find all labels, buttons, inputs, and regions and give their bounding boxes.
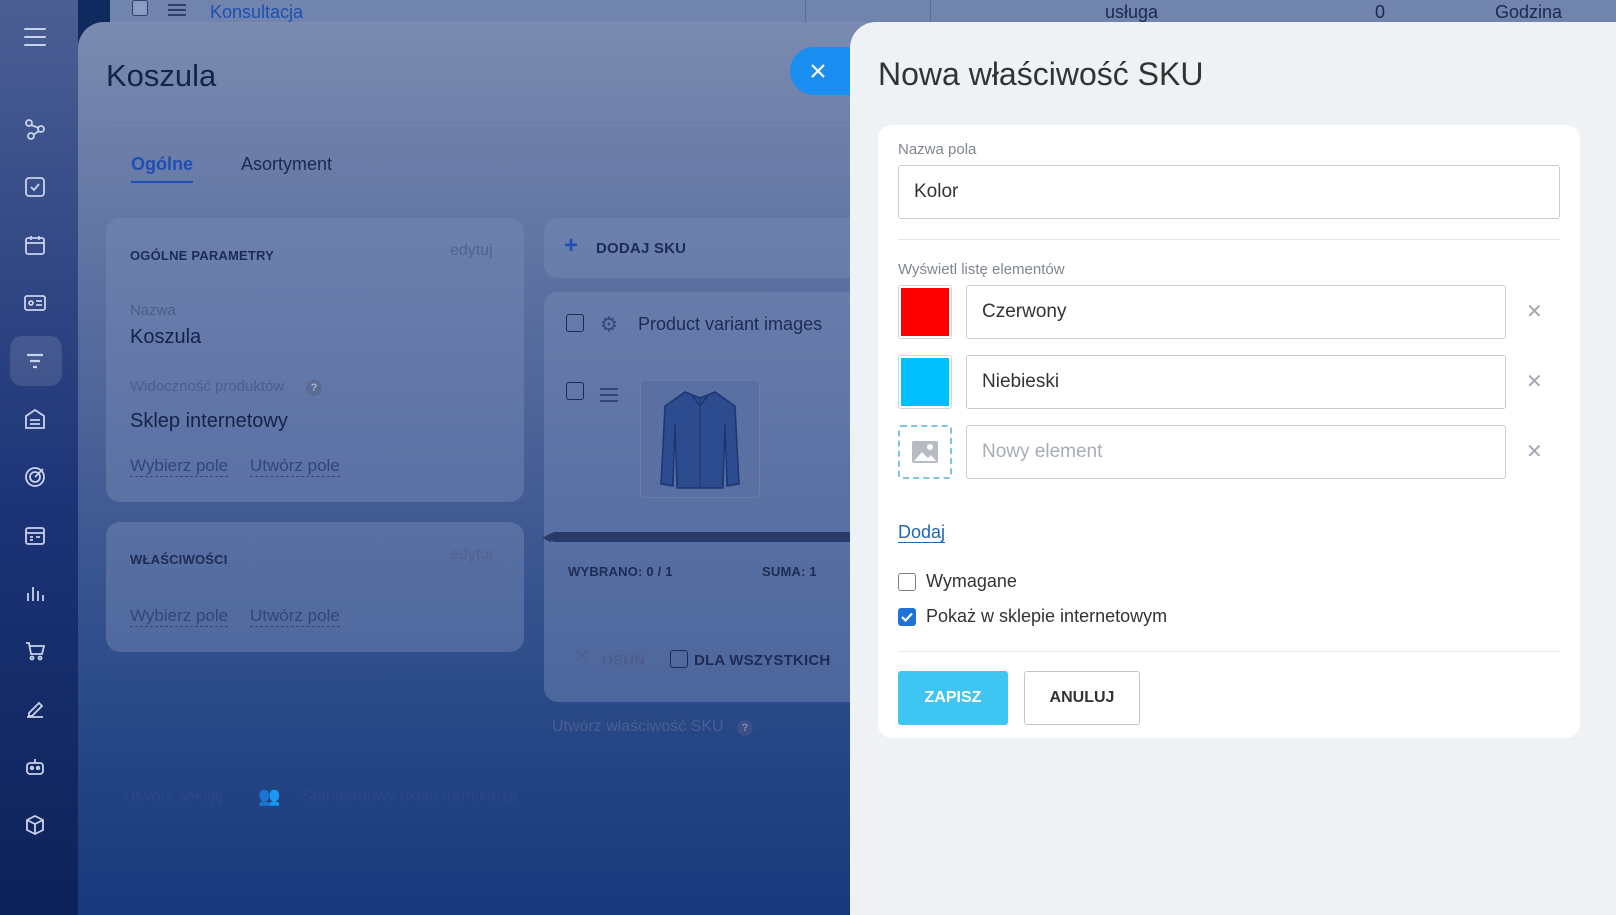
section-divider — [898, 651, 1560, 652]
product-card-overlay: Koszula Ogólne Asortyment OGÓLNE PARAMET… — [78, 22, 868, 915]
box-icon[interactable] — [22, 812, 48, 838]
properties-edit-link[interactable]: edytuj — [450, 546, 493, 564]
schedule-icon[interactable] — [22, 522, 48, 548]
for-all-checkbox[interactable] — [670, 650, 688, 668]
general-edit-link[interactable]: edytuj — [450, 242, 493, 260]
choose-field-link[interactable]: Wybierz pole — [130, 606, 229, 627]
analytics-icon[interactable] — [22, 580, 48, 606]
create-field-link[interactable]: Utwórz pole — [250, 456, 340, 477]
target-icon[interactable] — [22, 464, 48, 490]
visibility-value: Sklep internetowy — [130, 410, 288, 432]
create-field-link[interactable]: Utwórz pole — [250, 606, 340, 627]
plus-icon[interactable]: + — [564, 232, 578, 260]
section-divider — [898, 239, 1560, 240]
item-input-red[interactable]: Czerwony — [966, 285, 1506, 339]
delete-icon[interactable]: ✕ — [574, 646, 589, 667]
for-all-label: DLA WSZYSTKICH — [694, 652, 831, 669]
new-sku-property-slider: Nowa właściwość SKU Nazwa pola Kolor Wyś… — [850, 22, 1616, 915]
title-divider — [106, 122, 868, 123]
shirt-icon — [660, 391, 740, 489]
cancel-button[interactable]: ANULUJ — [1024, 671, 1140, 725]
show-in-store-label: Pokaż w sklepie internetowym — [926, 606, 1168, 626]
slider-title: Nowa właściwość SKU — [878, 56, 1204, 92]
help-icon[interactable]: ? — [306, 380, 322, 396]
catalog-filter-icon[interactable] — [22, 348, 48, 374]
drag-handle-icon[interactable] — [600, 388, 618, 402]
show-in-store-checkbox[interactable] — [898, 608, 916, 626]
header-divider — [544, 358, 868, 359]
sum-counter: SUMA: 1 — [762, 564, 817, 579]
sign-icon[interactable] — [22, 696, 48, 722]
add-sku-bar: + DODAJ SKU — [544, 218, 868, 278]
delete-button[interactable]: USUŃ — [602, 652, 645, 669]
properties-header: WŁAŚCIWOŚCI — [130, 552, 228, 567]
new-item-input[interactable]: Nowy element — [966, 425, 1506, 479]
tasks-icon[interactable] — [22, 174, 48, 200]
remove-item-icon[interactable]: ✕ — [1526, 299, 1543, 324]
cart-icon[interactable] — [22, 638, 48, 664]
list-label: Wyświetl listę elementów — [898, 261, 1065, 278]
selected-counter: WYBRANO: 0 / 1 — [568, 564, 673, 579]
users-icon: 👥 — [258, 786, 281, 806]
product-title: Koszula — [106, 58, 217, 93]
add-item-link[interactable]: Dodaj — [898, 522, 946, 543]
row-unit: Godzina — [1495, 2, 1563, 22]
menu-icon[interactable] — [24, 28, 46, 52]
sku-property-form: Nazwa pola Kolor Wyświetl listę elementó… — [878, 125, 1580, 738]
row-quantity: 0 — [1375, 2, 1386, 22]
properties-panel: WŁAŚCIWOŚCI edytuj Wybierz pole Utwórz p… — [106, 522, 524, 652]
save-button[interactable]: ZAPISZ — [898, 671, 1008, 725]
row-name: Konsultacja — [210, 2, 304, 22]
remove-item-icon[interactable]: ✕ — [1526, 439, 1543, 464]
left-nav-rail — [0, 0, 78, 915]
color-swatch-blue[interactable] — [898, 355, 952, 409]
checkmark-icon — [901, 612, 913, 622]
tab-general[interactable]: Ogólne — [131, 154, 193, 183]
robot-icon[interactable] — [22, 754, 48, 780]
create-section-link[interactable]: Utwórz sekcję — [124, 788, 224, 806]
row-checkbox[interactable] — [566, 382, 584, 400]
row-checkbox — [132, 0, 148, 16]
close-slider-button[interactable] — [790, 47, 854, 95]
name-label: Nazwa — [130, 302, 176, 319]
column-divider — [805, 0, 806, 24]
select-all-checkbox[interactable] — [566, 314, 584, 332]
background-product-row: Konsultacja usługa 0 Godzina — [110, 0, 1616, 24]
gear-icon[interactable]: ⚙ — [600, 312, 618, 337]
create-sku-property-link[interactable]: Utwórz właściwość SKU — [552, 718, 724, 736]
choose-field-link[interactable]: Wybierz pole — [130, 456, 229, 477]
field-name-input[interactable]: Kolor — [898, 165, 1560, 219]
visibility-label: Widoczność produktów — [130, 378, 285, 395]
general-parameters-header: OGÓLNE PARAMETRY — [130, 248, 275, 263]
item-input-blue[interactable]: Niebieski — [966, 355, 1506, 409]
image-placeholder[interactable] — [898, 425, 952, 479]
standard-layout-link[interactable]: Standardowy układ formularza — [302, 788, 518, 806]
add-sku-button[interactable]: DODAJ SKU — [596, 240, 686, 257]
store-icon[interactable] — [22, 406, 48, 432]
row-type: usługa — [1105, 2, 1159, 22]
help-icon[interactable]: ? — [737, 720, 753, 736]
column-divider — [930, 0, 931, 24]
column-images-header: Product variant images — [638, 314, 823, 334]
remove-item-icon[interactable]: ✕ — [1526, 369, 1543, 394]
image-icon — [912, 441, 938, 463]
horizontal-scrollbar[interactable] — [550, 532, 868, 542]
name-value: Koszula — [130, 326, 202, 348]
drag-handle-icon — [168, 4, 186, 19]
color-swatch-red[interactable] — [898, 285, 952, 339]
contact-card-icon[interactable] — [22, 290, 48, 316]
required-label: Wymagane — [926, 571, 1017, 591]
calendar-icon[interactable] — [22, 232, 48, 258]
crm-icon[interactable] — [22, 116, 48, 142]
close-icon — [811, 64, 825, 78]
product-image[interactable] — [640, 380, 760, 498]
scroll-left-icon[interactable]: ◀ — [542, 530, 551, 544]
tab-assortment[interactable]: Asortyment — [241, 154, 332, 175]
field-name-label: Nazwa pola — [898, 141, 977, 158]
sku-table: ⚙ Product variant images ◀ WYBRANO: 0 / … — [542, 292, 868, 702]
general-parameters-panel: OGÓLNE PARAMETRY edytuj Nazwa Koszula Wi… — [106, 218, 524, 502]
required-checkbox[interactable] — [898, 573, 916, 591]
